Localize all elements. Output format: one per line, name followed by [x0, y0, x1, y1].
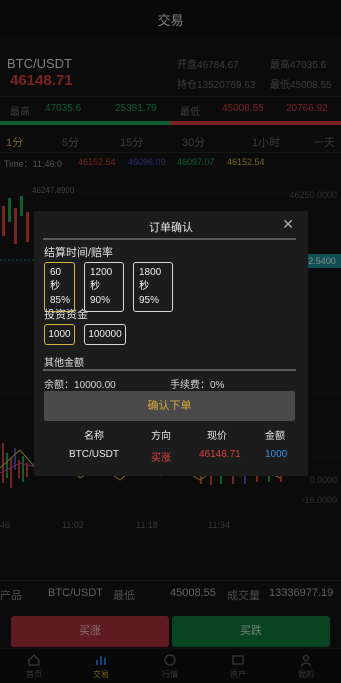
table-header: 现价: [207, 431, 227, 442]
table-header: 名称: [84, 431, 104, 442]
confirm-order-button[interactable]: 确认下单: [44, 391, 295, 421]
order-price: 46148.71: [199, 449, 241, 460]
order-amount: 1000: [265, 449, 288, 460]
balance-text: 余额：10000.00: [44, 380, 116, 391]
amount-option-100000[interactable]: 100000: [84, 324, 126, 345]
amount-option-1000[interactable]: 1000: [44, 324, 75, 345]
option-time: 60秒: [50, 267, 62, 292]
order-name: BTC/USDT: [69, 449, 119, 460]
other-amount-label: 其他金额: [44, 358, 84, 369]
option-time: 1800秒: [139, 267, 162, 292]
order-confirm-modal: 订单确认 ✕ 结算时间/赔率 60秒 85% 1200秒 90% 1800秒 9…: [34, 211, 308, 476]
divider: [43, 238, 296, 240]
table-header: 金额: [265, 431, 285, 442]
close-icon[interactable]: ✕: [282, 217, 294, 231]
settle-option-60s[interactable]: 60秒 85%: [44, 262, 75, 312]
settle-option-1800s[interactable]: 1800秒 95%: [133, 262, 173, 312]
option-time: 1200秒: [90, 267, 113, 292]
fee-text: 手续费：0%: [170, 380, 225, 391]
order-direction: 买涨: [151, 453, 171, 464]
invest-label: 投资资金: [44, 309, 88, 321]
option-rate: 95%: [139, 295, 160, 306]
settle-option-1200s[interactable]: 1200秒 90%: [84, 262, 124, 312]
option-rate: 90%: [90, 295, 111, 306]
other-amount-input[interactable]: [43, 369, 296, 371]
table-header: 方向: [151, 431, 171, 442]
modal-title: 订单确认: [149, 222, 193, 234]
settle-label: 结算时间/赔率: [44, 247, 114, 259]
